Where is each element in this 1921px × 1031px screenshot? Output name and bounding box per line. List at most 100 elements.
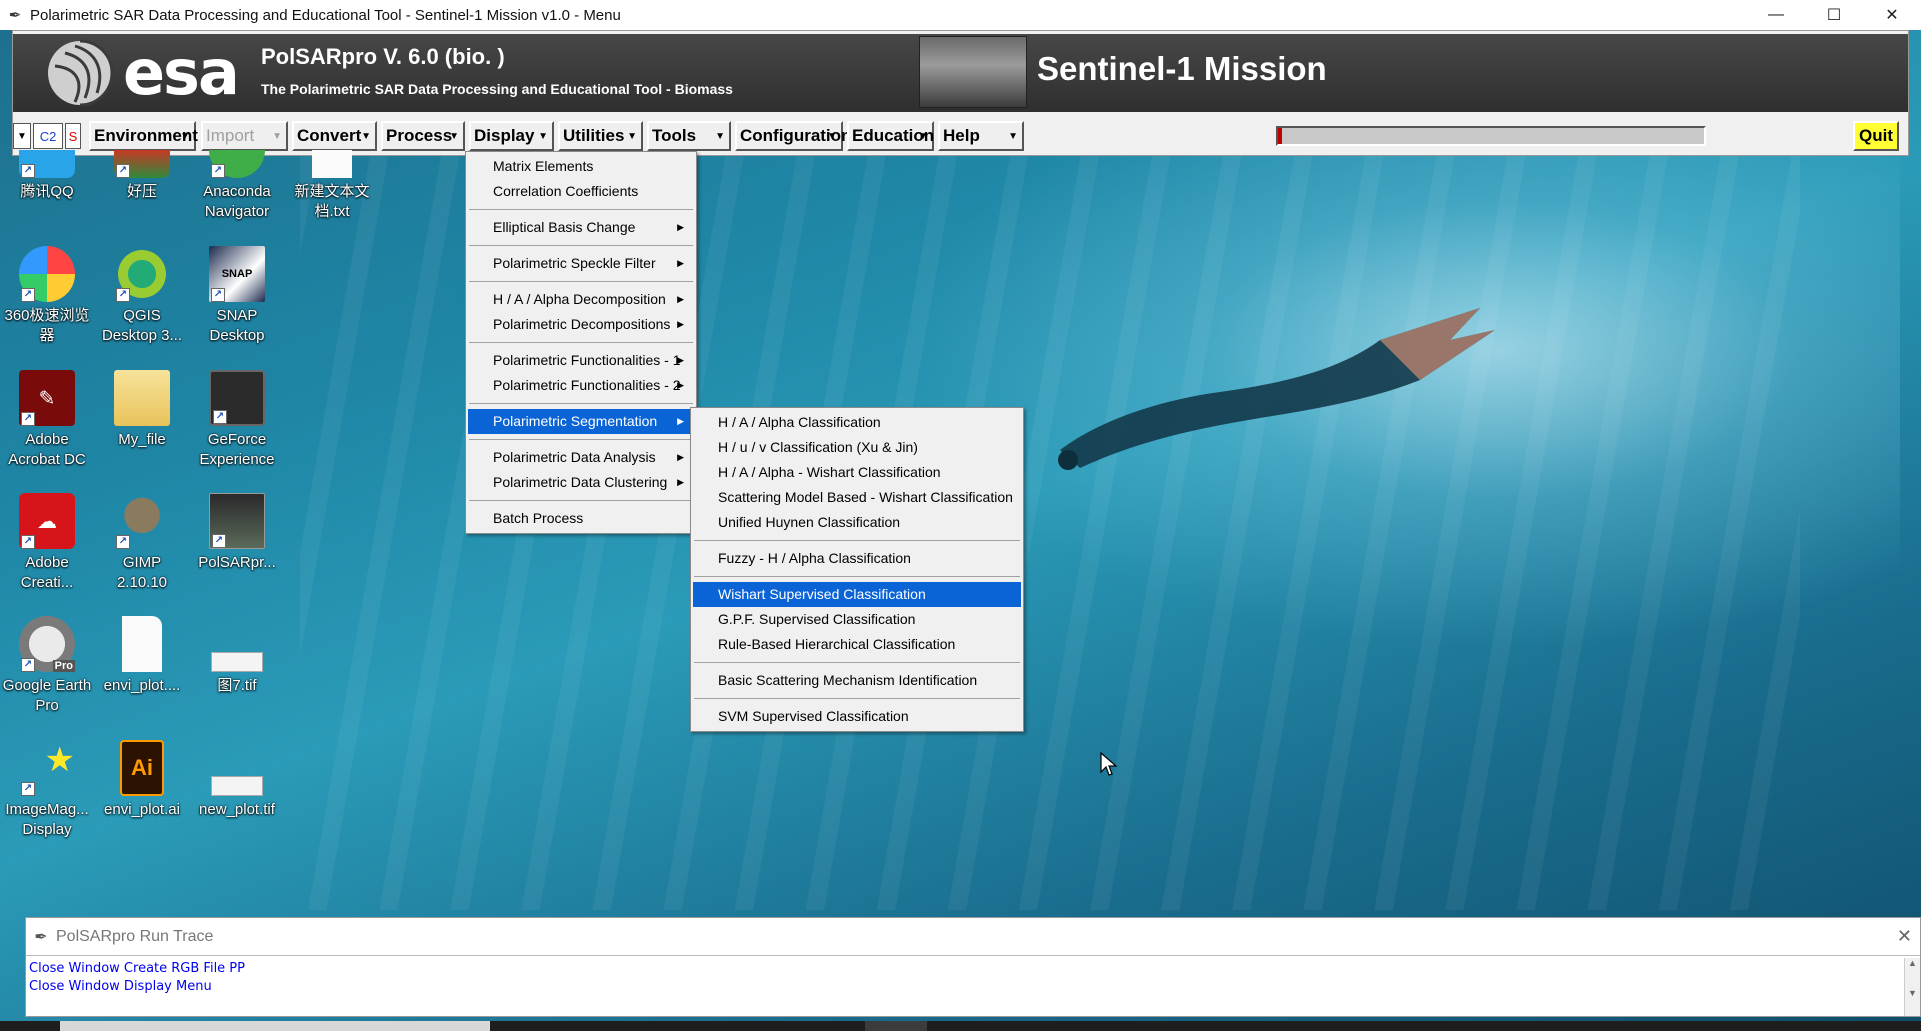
desktop-icon-qq[interactable]: ↗ 腾讯QQ bbox=[1, 150, 93, 202]
menu-item-rule-based-hierarchical[interactable]: Rule-Based Hierarchical Classification bbox=[693, 632, 1021, 657]
menu-environment[interactable]: Environment ▼ bbox=[89, 121, 198, 151]
menu-separator bbox=[469, 500, 693, 501]
quit-button[interactable]: Quit bbox=[1853, 121, 1899, 151]
menu-item-polarimetric-decompositions[interactable]: Polarimetric Decompositions ▶ bbox=[468, 312, 694, 337]
desktop-icon-imagemagick[interactable]: ★ ↗ ImageMag... Display bbox=[1, 740, 93, 840]
desktop-icon-google-earth[interactable]: Pro ↗ Google Earth Pro bbox=[1, 616, 93, 716]
desktop-icon-envi-plot[interactable]: envi_plot.... bbox=[96, 616, 188, 696]
shortcut-arrow-icon: ↗ bbox=[21, 658, 35, 672]
desktop-icon-snap[interactable]: SNAP ↗ SNAP Desktop bbox=[191, 246, 283, 346]
window-title: Polarimetric SAR Data Processing and Edu… bbox=[30, 6, 621, 24]
desktop-icon-geforce[interactable]: ↗ GeForce Experience bbox=[191, 370, 283, 470]
menu-item-svm-supervised[interactable]: SVM Supervised Classification bbox=[693, 704, 1021, 729]
menu-education[interactable]: Education ▼ bbox=[847, 121, 934, 151]
menu-item-functionalities-1[interactable]: Polarimetric Functionalities - 1 ▶ bbox=[468, 348, 694, 373]
desktop-icon-acrobat[interactable]: ✎ ↗ Adobe Acrobat DC bbox=[1, 370, 93, 470]
product-subtitle: The Polarimetric SAR Data Processing and… bbox=[261, 81, 733, 97]
chevron-down-icon: ▼ bbox=[627, 131, 637, 142]
menu-item-correlation-coefficients[interactable]: Correlation Coefficients bbox=[468, 179, 694, 204]
run-trace-window: ✒ PolSARpro Run Trace ✕ Close Window Cre… bbox=[25, 917, 1921, 1017]
menu-convert[interactable]: Convert ▼ bbox=[292, 121, 377, 151]
menu-item-matrix-elements[interactable]: Matrix Elements bbox=[468, 154, 694, 179]
menu-label: Tools bbox=[652, 126, 697, 145]
toolbar-dropdown-button[interactable]: ▼ bbox=[13, 123, 31, 149]
menu-item-elliptical-basis-change[interactable]: Elliptical Basis Change ▶ bbox=[468, 215, 694, 240]
desktop-icon-label: PolSARpr... bbox=[198, 554, 276, 571]
desktop-icon-label: Anaconda Navigator bbox=[203, 183, 271, 220]
desktop-icon-my-file[interactable]: My_file bbox=[96, 370, 188, 450]
desktop-icon-label: new_plot.tif bbox=[199, 801, 275, 818]
desktop-icon-qgis[interactable]: ↗ QGIS Desktop 3... bbox=[96, 246, 188, 346]
maximize-button[interactable]: ☐ bbox=[1805, 0, 1863, 30]
log-line: Close Window Create RGB File PP bbox=[29, 961, 245, 976]
close-button[interactable]: ✕ bbox=[1863, 0, 1921, 30]
menu-item-data-clustering[interactable]: Polarimetric Data Clustering ▶ bbox=[468, 470, 694, 495]
process-menu: Matrix Elements Correlation Coefficients… bbox=[465, 151, 697, 534]
menu-item-basic-scattering-mechanism[interactable]: Basic Scattering Mechanism Identificatio… bbox=[693, 668, 1021, 693]
menu-item-data-analysis[interactable]: Polarimetric Data Analysis ▶ bbox=[468, 445, 694, 470]
chevron-down-icon: ▼ bbox=[538, 131, 548, 142]
desktop-icon-haozip[interactable]: ↗ 好压 bbox=[96, 150, 188, 202]
menu-process[interactable]: Process ▼ bbox=[381, 121, 465, 151]
submenu-arrow-icon: ▶ bbox=[677, 294, 684, 304]
menu-item-unified-huynen[interactable]: Unified Huynen Classification bbox=[693, 510, 1021, 535]
desktop-icon-creative-cloud[interactable]: ☁ ↗ Adobe Creati... bbox=[1, 493, 93, 593]
menu-item-label: H / A / Alpha Decomposition bbox=[493, 291, 666, 307]
desktop-icon-envi-plot-ai[interactable]: Ai envi_plot.ai bbox=[96, 740, 188, 820]
menu-configuration[interactable]: Configuration ▼ bbox=[735, 121, 851, 151]
desktop-icon-360-browser[interactable]: ↗ 360极速浏览器 bbox=[1, 246, 93, 346]
main-toolbar: ▼ C2 S Environment ▼ Import ▼ Convert ▼ Pro… bbox=[13, 119, 1908, 153]
tif-icon bbox=[209, 616, 265, 672]
submenu-arrow-icon: ▶ bbox=[677, 477, 684, 487]
menu-item-wishart-supervised[interactable]: Wishart Supervised Classification bbox=[693, 582, 1021, 607]
menu-item-label: Polarimetric Speckle Filter bbox=[493, 255, 656, 271]
submenu-arrow-icon: ▶ bbox=[677, 416, 684, 426]
menu-import[interactable]: Import ▼ bbox=[201, 121, 288, 151]
menu-item-haalpha-classification[interactable]: H / A / Alpha Classification bbox=[693, 410, 1021, 435]
s-field[interactable]: S bbox=[65, 123, 81, 149]
menu-item-haalpha-wishart[interactable]: H / A / Alpha - Wishart Classification bbox=[693, 460, 1021, 485]
taskbar-item[interactable] bbox=[60, 1021, 490, 1031]
progress-bar bbox=[1276, 126, 1706, 146]
menu-help[interactable]: Help ▼ bbox=[938, 121, 1024, 151]
shortcut-arrow-icon: ↗ bbox=[211, 288, 225, 302]
menu-item-functionalities-2[interactable]: Polarimetric Functionalities - 2 ▶ bbox=[468, 373, 694, 398]
desktop-icon-anaconda[interactable]: ↗ Anaconda Navigator bbox=[191, 150, 283, 222]
run-trace-scrollbar[interactable]: ▲ ▼ bbox=[1904, 958, 1920, 1016]
menu-separator bbox=[694, 698, 1020, 699]
menu-item-haalpha-decomposition[interactable]: H / A / Alpha Decomposition ▶ bbox=[468, 287, 694, 312]
menu-item-polarimetric-segmentation[interactable]: Polarimetric Segmentation ▶ bbox=[468, 409, 694, 434]
desktop-icon-gimp[interactable]: ↗ GIMP 2.10.10 bbox=[96, 493, 188, 593]
mouse-cursor-icon bbox=[1100, 752, 1118, 776]
mode-field[interactable]: C2 bbox=[33, 123, 63, 149]
desktop-icon-new-plot-tif[interactable]: new_plot.tif bbox=[191, 740, 283, 820]
satellite-image bbox=[919, 36, 1027, 108]
menu-item-label: Polarimetric Data Clustering bbox=[493, 474, 668, 490]
menu-item-label: Polarimetric Segmentation bbox=[493, 413, 658, 429]
run-trace-titlebar[interactable]: ✒ PolSARpro Run Trace bbox=[26, 918, 1920, 956]
shortcut-arrow-icon: ↗ bbox=[21, 288, 35, 302]
desktop-icon-polsarpro[interactable]: ↗ PolSARpr... bbox=[191, 493, 283, 573]
menu-utilities[interactable]: Utilities ▼ bbox=[558, 121, 643, 151]
desktop-icon-text-file[interactable]: 新建文本文档.txt bbox=[286, 150, 378, 222]
desktop-icon-label: Adobe Acrobat DC bbox=[8, 431, 86, 468]
menu-display[interactable]: Display ▼ bbox=[469, 121, 554, 151]
desktop-icon-fig7-tif[interactable]: 图7.tif bbox=[191, 616, 283, 696]
window-titlebar[interactable]: ✒ Polarimetric SAR Data Processing and E… bbox=[0, 0, 1921, 30]
run-trace-close-button[interactable]: ✕ bbox=[1897, 926, 1912, 947]
menu-item-scattering-model-wishart[interactable]: Scattering Model Based - Wishart Classif… bbox=[693, 485, 1021, 510]
menu-separator bbox=[469, 209, 693, 210]
taskbar-item[interactable] bbox=[865, 1021, 927, 1031]
mission-title: Sentinel-1 Mission bbox=[1037, 50, 1327, 87]
menu-item-gpf-supervised[interactable]: G.P.F. Supervised Classification bbox=[693, 607, 1021, 632]
esa-logo-icon bbox=[48, 39, 114, 107]
desktop-icon-label: Google Earth Pro bbox=[2, 677, 92, 714]
menu-separator bbox=[694, 576, 1020, 577]
menu-item-huv-classification[interactable]: H / u / v Classification (Xu & Jin) bbox=[693, 435, 1021, 460]
menu-item-fuzzy-halpha[interactable]: Fuzzy - H / Alpha Classification bbox=[693, 546, 1021, 571]
chevron-down-icon: ▼ bbox=[449, 131, 459, 142]
menu-item-batch-process[interactable]: Batch Process bbox=[468, 506, 694, 531]
menu-item-speckle-filter[interactable]: Polarimetric Speckle Filter ▶ bbox=[468, 251, 694, 276]
menu-tools[interactable]: Tools ▼ bbox=[647, 121, 731, 151]
minimize-button[interactable]: — bbox=[1747, 0, 1805, 30]
